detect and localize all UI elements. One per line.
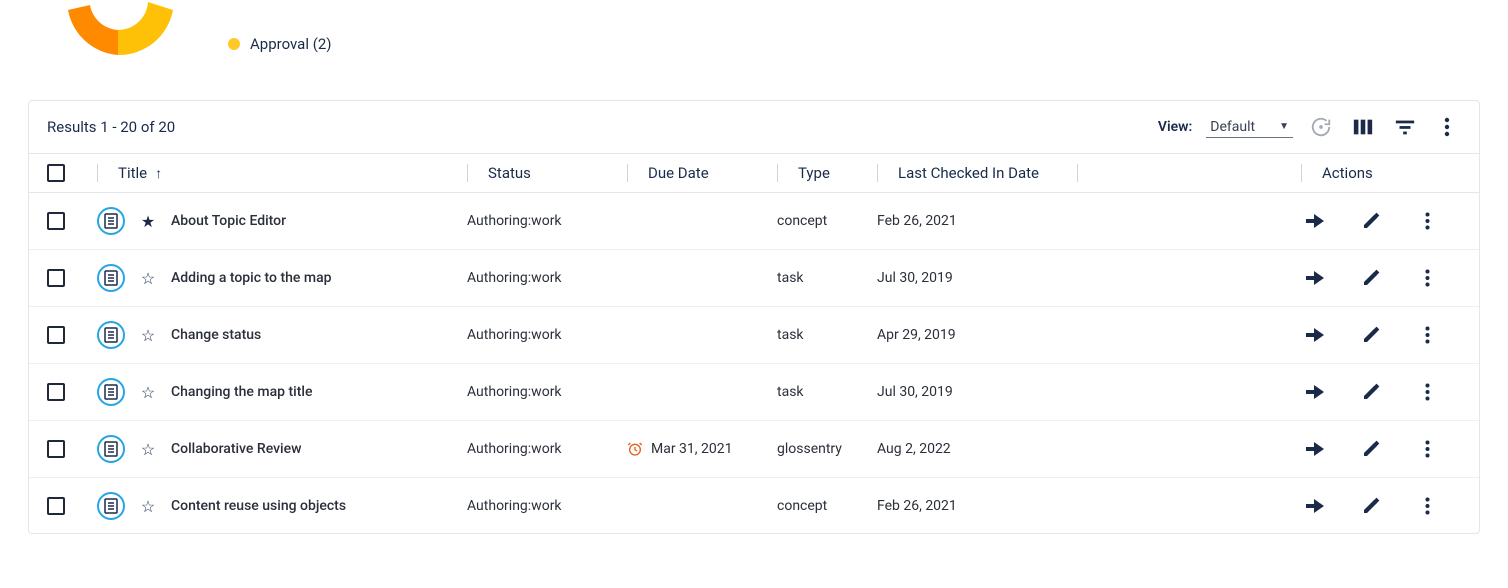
row-checkbox[interactable]: [47, 440, 65, 458]
table-header: Title ↑ Status Due Date Type Last Checke…: [29, 153, 1479, 193]
document-icon: [97, 264, 125, 292]
document-icon: [97, 435, 125, 463]
view-select[interactable]: Default ▼: [1206, 117, 1293, 138]
row-more-button[interactable]: [1413, 321, 1441, 349]
table-row: ☆ Collaborative Review Authoring:workMar 3…: [29, 421, 1479, 478]
header-tools: View: Default ▼: [1158, 113, 1461, 141]
go-to-button[interactable]: [1301, 492, 1329, 520]
row-title[interactable]: Adding a topic to the map: [171, 270, 332, 286]
row-checked-date: Aug 2, 2022: [877, 441, 1077, 457]
row-title[interactable]: Change status: [171, 327, 261, 343]
document-icon: [97, 378, 125, 406]
go-to-button[interactable]: [1301, 435, 1329, 463]
row-more-button[interactable]: [1413, 492, 1441, 520]
row-status: Authoring:work: [467, 384, 627, 400]
legend-approval-label: Approval (2): [250, 35, 331, 53]
star-toggle[interactable]: ☆: [139, 269, 157, 288]
row-checked-date: Jul 30, 2019: [877, 270, 1077, 286]
row-status: Authoring:work: [467, 327, 627, 343]
row-status: Authoring:work: [467, 213, 627, 229]
filter-icon[interactable]: [1391, 113, 1419, 141]
document-icon: [97, 321, 125, 349]
edit-button[interactable]: [1357, 435, 1385, 463]
row-type: concept: [777, 213, 877, 229]
results-table: Title ↑ Status Due Date Type Last Checke…: [29, 153, 1479, 533]
row-title[interactable]: Changing the map title: [171, 384, 312, 400]
row-checkbox[interactable]: [47, 326, 65, 344]
row-title[interactable]: Collaborative Review: [171, 441, 302, 457]
table-row: ★ About Topic Editor Authoring:work concept…: [29, 193, 1479, 250]
row-due: Mar 31, 2021: [627, 441, 777, 457]
column-header-due[interactable]: Due Date: [627, 164, 777, 182]
table-row: ☆ Adding a topic to the map Authoring:work…: [29, 250, 1479, 307]
row-more-button[interactable]: [1413, 378, 1441, 406]
view-label: View:: [1158, 119, 1192, 135]
top-fragment: Approval (2): [28, 0, 1480, 70]
go-to-button[interactable]: [1301, 378, 1329, 406]
document-icon: [97, 492, 125, 520]
table-body: ★ About Topic Editor Authoring:work concept…: [29, 193, 1479, 533]
go-to-button[interactable]: [1301, 264, 1329, 292]
column-header-type[interactable]: Type: [777, 164, 877, 182]
row-status: Authoring:work: [467, 441, 627, 457]
row-type: task: [777, 270, 877, 286]
row-title[interactable]: About Topic Editor: [171, 213, 286, 229]
row-checked-date: Apr 29, 2019: [877, 327, 1077, 343]
select-all-checkbox[interactable]: [47, 164, 65, 182]
row-more-button[interactable]: [1413, 264, 1441, 292]
document-icon: [97, 207, 125, 235]
panel-header: Results 1 - 20 of 20 View: Default ▼: [29, 101, 1479, 153]
legend-approval: Approval (2): [228, 35, 331, 53]
row-checkbox[interactable]: [47, 269, 65, 287]
donut-chart-fragment: [48, 0, 198, 60]
edit-button[interactable]: [1357, 264, 1385, 292]
alarm-icon: [627, 441, 643, 457]
row-checked-date: Jul 30, 2019: [877, 384, 1077, 400]
table-row: ☆ Changing the map title Authoring:work tas…: [29, 364, 1479, 421]
column-header-title[interactable]: Title ↑: [97, 164, 467, 182]
go-to-button[interactable]: [1301, 207, 1329, 235]
star-toggle[interactable]: ☆: [139, 497, 157, 516]
row-type: task: [777, 327, 877, 343]
row-checked-date: Feb 26, 2021: [877, 213, 1077, 229]
row-checkbox[interactable]: [47, 212, 65, 230]
row-status: Authoring:work: [467, 498, 627, 514]
star-toggle[interactable]: ☆: [139, 383, 157, 402]
edit-button[interactable]: [1357, 321, 1385, 349]
edit-button[interactable]: [1357, 378, 1385, 406]
results-panel: Results 1 - 20 of 20 View: Default ▼: [28, 100, 1480, 534]
column-header-status[interactable]: Status: [467, 164, 627, 182]
row-more-button[interactable]: [1413, 207, 1441, 235]
row-type: glossentry: [777, 441, 877, 457]
star-toggle[interactable]: ☆: [139, 326, 157, 345]
chevron-down-icon: ▼: [1279, 121, 1289, 132]
refresh-icon[interactable]: [1307, 113, 1335, 141]
table-row: ☆ Change status Authoring:work taskApr 29, …: [29, 307, 1479, 364]
column-header-actions: Actions: [1301, 164, 1461, 182]
table-row: ☆ Content reuse using objects Authoring:wo…: [29, 478, 1479, 533]
row-more-button[interactable]: [1413, 435, 1441, 463]
columns-icon[interactable]: [1349, 113, 1377, 141]
column-header-checked[interactable]: Last Checked In Date: [877, 164, 1077, 182]
row-checkbox[interactable]: [47, 383, 65, 401]
star-toggle[interactable]: ☆: [139, 440, 157, 459]
more-icon[interactable]: [1433, 113, 1461, 141]
results-count: Results 1 - 20 of 20: [47, 118, 175, 136]
view-select-value: Default: [1210, 119, 1255, 135]
legend-dot-icon: [228, 38, 240, 50]
row-checkbox[interactable]: [47, 497, 65, 515]
edit-button[interactable]: [1357, 207, 1385, 235]
row-status: Authoring:work: [467, 270, 627, 286]
go-to-button[interactable]: [1301, 321, 1329, 349]
row-checked-date: Feb 26, 2021: [877, 498, 1077, 514]
star-toggle[interactable]: ★: [139, 212, 157, 231]
edit-button[interactable]: [1357, 492, 1385, 520]
row-type: concept: [777, 498, 877, 514]
row-title[interactable]: Content reuse using objects: [171, 498, 346, 514]
sort-ascending-icon: ↑: [155, 165, 162, 182]
row-type: task: [777, 384, 877, 400]
